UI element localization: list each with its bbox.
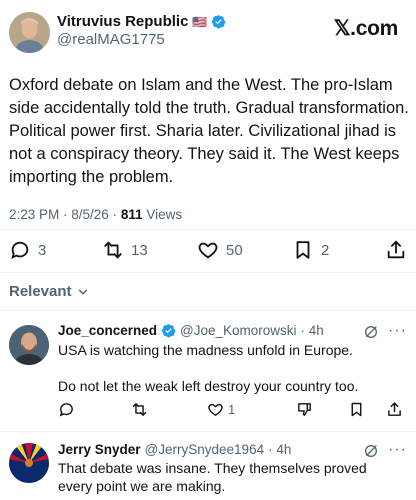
reply-retweet-button[interactable] <box>131 401 148 418</box>
relevant-label: Relevant <box>9 283 72 300</box>
reply-text: That debate was insane. They themselves … <box>58 460 367 494</box>
reply-author-name[interactable]: Joe_concerned <box>58 323 157 338</box>
reply-time[interactable]: · 4h <box>268 442 291 457</box>
author-handle[interactable]: @realMAG1775 <box>57 31 165 48</box>
author-avatar[interactable] <box>9 12 50 53</box>
sort-replies-dropdown[interactable]: Relevant <box>9 283 90 300</box>
reply-icon <box>11 241 29 259</box>
reply-author-handle[interactable]: @Joe_Komorowski <box>180 323 297 338</box>
reply-like-count: 1 <box>228 402 236 417</box>
more-options-icon[interactable]: ··· <box>388 441 407 459</box>
reply-bookmark-button[interactable] <box>348 401 365 418</box>
reply-count: 3 <box>38 241 47 259</box>
retweet-count: 13 <box>131 241 148 259</box>
reply-text-line: USA is watching the madness unfold in Eu… <box>58 342 353 358</box>
reply-text-line: Do not let the weak left destroy your co… <box>58 378 359 394</box>
x-logo: 𝕏.com <box>333 17 399 40</box>
divider <box>0 272 416 273</box>
retweet-icon <box>132 403 147 416</box>
bookmark-count: 2 <box>321 241 330 259</box>
reply-like-button[interactable]: 1 <box>207 401 235 418</box>
reply-dislike-button[interactable] <box>296 401 313 418</box>
us-flag-icon: 🇺🇸 <box>192 14 208 29</box>
retweet-icon <box>104 241 122 259</box>
reply-time[interactable]: · 4h <box>301 323 324 338</box>
bookmark-button[interactable]: 2 <box>292 239 329 261</box>
bookmark-icon <box>296 241 310 259</box>
views-label: Views <box>142 207 183 222</box>
grok-icon[interactable] <box>363 443 379 459</box>
reply-share-button[interactable] <box>386 401 403 418</box>
divider <box>0 431 416 432</box>
reply-icon <box>59 403 73 417</box>
retweet-button[interactable]: 13 <box>102 239 148 261</box>
like-button[interactable]: 50 <box>197 239 243 261</box>
reply-button[interactable]: 3 <box>9 239 46 261</box>
like-count: 50 <box>226 241 243 259</box>
share-button[interactable] <box>385 239 407 261</box>
thumbs-down-icon <box>298 403 311 416</box>
reply-header: Jerry Snyder @JerrySnydee1964 · 4h <box>58 442 291 457</box>
author-name[interactable]: Vitruvius Republic <box>57 13 188 30</box>
verified-badge-icon <box>161 324 176 338</box>
reply-author-handle[interactable]: @JerrySnydee1964 <box>145 442 265 457</box>
tweet-meta: 2:23 PM · 8/5/26 · 811 Views <box>9 207 182 222</box>
reply-avatar[interactable] <box>9 443 49 483</box>
tweet-timestamp[interactable]: 2:23 PM · 8/5/26 · <box>9 207 121 222</box>
reply-avatar[interactable] <box>9 325 49 365</box>
reply-author-name[interactable]: Jerry Snyder <box>58 442 141 457</box>
heart-icon <box>198 242 218 259</box>
share-icon <box>388 402 401 416</box>
author-name-row[interactable]: Vitruvius Republic 🇺🇸 <box>57 13 226 30</box>
reply-header: Joe_concerned @Joe_Komorowski · 4h <box>58 323 324 338</box>
heart-icon <box>208 403 223 416</box>
share-icon <box>387 240 405 259</box>
chevron-down-icon <box>78 289 87 294</box>
bookmark-icon <box>351 402 362 417</box>
divider <box>0 229 416 230</box>
views-count: 811 <box>120 207 143 222</box>
divider <box>0 310 416 311</box>
tweet-text: Oxford debate on Islam and the West. The… <box>9 76 409 186</box>
more-options-icon[interactable]: ··· <box>388 322 407 340</box>
grok-icon[interactable] <box>363 324 379 340</box>
verified-badge-icon <box>212 15 226 29</box>
reply-reply-button[interactable] <box>58 401 75 418</box>
